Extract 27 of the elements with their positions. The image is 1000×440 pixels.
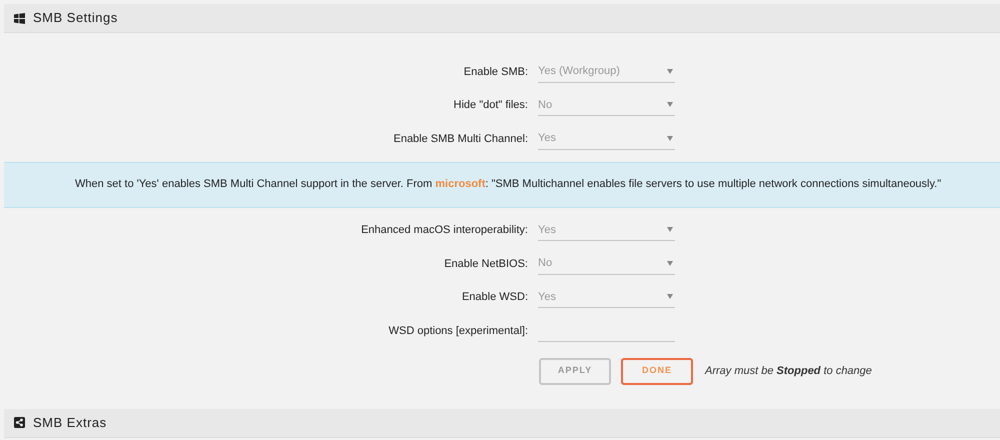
status-note: Array must be Stopped to change [705, 364, 872, 379]
dropdown-field[interactable]: Yes [538, 286, 675, 308]
dropdown-field[interactable]: No [538, 94, 675, 116]
action-button[interactable]: DONE [621, 358, 693, 384]
caret-icon [667, 227, 673, 232]
field-label: Enable WSD: [460, 290, 529, 305]
caret-icon [667, 260, 673, 266]
caret-icon [667, 102, 673, 108]
field-label: Enhanced macOS interoperability: [360, 223, 529, 238]
caret-icon [667, 136, 673, 141]
field-label: Enable SMB: [462, 64, 529, 80]
info-text: When set to 'Yes' enables SMB Multi Channel support in the server. From microsoft: "SMB Multichannel enables file servers to use multiple network connections simultaneously." [75, 177, 942, 192]
field-label: Enable SMB Multi Channel: [392, 132, 529, 146]
section-title: SMB Extras [33, 414, 107, 432]
caret-icon [667, 68, 673, 74]
caret-icon [667, 294, 673, 300]
section-title: SMB Settings [33, 9, 118, 28]
field-label: Enable NetBIOS: [443, 256, 529, 272]
windows-logo-icon [14, 12, 25, 24]
dropdown-field[interactable]: No [538, 252, 675, 275]
dropdown-field[interactable]: Yes [538, 219, 675, 242]
field-label: WSD options [experimental]: [388, 324, 529, 338]
microsoft-link[interactable]: microsoft [435, 178, 486, 190]
dropdown-field[interactable]: Yes [538, 128, 675, 150]
dropdown-field[interactable]: Yes (Workgroup) [538, 60, 675, 83]
field-label: Hide "dot" files: [452, 98, 529, 113]
share-icon [14, 417, 25, 428]
